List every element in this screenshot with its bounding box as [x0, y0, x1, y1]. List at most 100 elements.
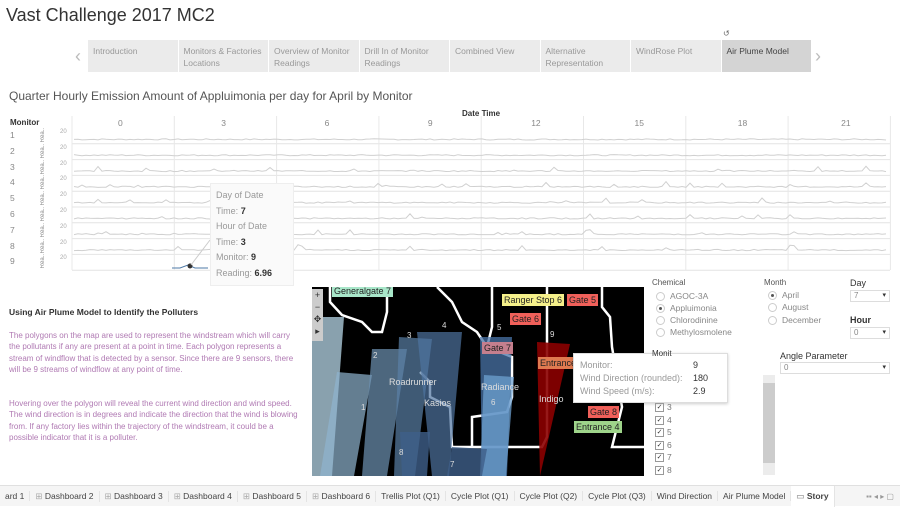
tab-navigation-controls[interactable]: ▪▪ ◂ ▸ ▢ [866, 492, 900, 501]
sheet-tab[interactable]: ⊞ Dashboard 5 [238, 490, 307, 502]
sheet-tab-label: Air Plume Model [723, 491, 786, 501]
tooltip-monitor-value: 9 [693, 360, 699, 370]
sheet-tab-label: Story [806, 490, 829, 501]
tooltip-monitor-label: Monitor: [216, 252, 249, 262]
tooltip-hour-value: 3 [240, 236, 246, 247]
sheet-tab[interactable]: ⊞ Dashboard 4 [169, 490, 238, 502]
tooltip-monitor-label: Monitor: [580, 360, 613, 370]
monitor-list-scrollbar[interactable] [763, 375, 775, 475]
monitor-checkbox-4[interactable]: ✓ 4 [655, 415, 672, 425]
zoom-in-button[interactable]: + [312, 289, 323, 301]
sheet-tab[interactable]: ⊞ Dashboard 2 [30, 490, 100, 502]
sheet-tab[interactable]: ⊞ Dashboard 6 [307, 490, 377, 502]
sheet-tab-label: Trellis Plot (Q1) [381, 491, 440, 501]
sheet-tab[interactable]: ▭ Story [791, 485, 835, 507]
monitor-checkbox-5[interactable]: ✓ 5 [655, 427, 672, 437]
monitor-9-label: 9 [550, 330, 555, 339]
sheet-tab-label: Cycle Plot (Q1) [450, 491, 509, 501]
monitor-1-label: 1 [361, 403, 366, 412]
description-paragraph-2: Hovering over the polygon will reveal th… [9, 399, 298, 442]
sheet-tab-label: Dashboard 2 [44, 490, 94, 501]
monitor-5-label: 5 [497, 323, 502, 332]
sheet-tab-label: Cycle Plot (Q3) [588, 491, 646, 501]
angle-parameter-dropdown[interactable]: 0 ▾ [780, 362, 890, 374]
monitor-checkbox-3[interactable]: ✓ 3 [655, 402, 672, 412]
monitor-filter-label: Monit [652, 349, 672, 358]
dashboard-icon: ⊞ [104, 490, 115, 501]
tooltip-direction-value: 180 [693, 373, 709, 383]
tooltip-day-value: 7 [240, 205, 246, 216]
tooltip-direction-label: Wind Direction (rounded): [580, 373, 683, 383]
chemical-option-agoc[interactable]: AGOC-3A [656, 291, 708, 301]
map-label-gate-5: Gate 5 [567, 294, 599, 306]
monitor-checkbox-7[interactable]: ✓ 7 [655, 452, 672, 462]
factory-kasios[interactable]: Kasios [422, 397, 453, 409]
monitor-checkbox-8[interactable]: ✓ 8 [655, 465, 672, 475]
day-filter-label: Day [850, 278, 867, 288]
sheet-tab[interactable]: Cycle Plot (Q3) [583, 491, 652, 501]
monitor-3-reading-line[interactable] [73, 165, 887, 173]
monitor-1-reading-line[interactable] [73, 138, 887, 141]
monitor-2-reading-line[interactable] [73, 154, 887, 157]
story-icon: ▭ [796, 490, 807, 501]
sheet-tab[interactable]: Air Plume Model [718, 491, 792, 501]
map-label-generalgate: Generalgate 7 [332, 287, 394, 297]
tooltip-hour-label: Hour of Date [216, 221, 268, 231]
factory-radiance[interactable]: Radiance [479, 381, 521, 393]
angle-parameter-label: Angle Parameter [780, 351, 848, 361]
day-dropdown[interactable]: 7 ▾ [850, 290, 890, 302]
hour-dropdown[interactable]: 0 ▾ [850, 327, 890, 339]
sheet-tab[interactable]: Wind Direction [652, 491, 719, 501]
month-option-december[interactable]: December [768, 315, 821, 325]
sheet-tab-label: Cycle Plot (Q2) [519, 491, 578, 501]
tooltip-time-label: Time: [216, 205, 239, 216]
monitor-6-reading-line[interactable] [73, 213, 887, 220]
sheet-tab-label: Dashboard 4 [183, 490, 232, 501]
factory-roadrunner[interactable]: Roadrunner [387, 376, 439, 388]
sheet-tab[interactable]: ⊞ Dashboard 3 [100, 490, 169, 502]
map-label-gate-8: Gate 8 [588, 406, 620, 418]
monitor-7-reading-line[interactable] [73, 229, 887, 236]
month-filter-label: Month [764, 278, 787, 287]
sheet-tab-label: ard 1 [5, 491, 25, 501]
sheet-tab-bar: ard 1 ⊞ Dashboard 2 ⊞ Dashboard 3 ⊞ Dashboa… [0, 485, 900, 507]
sheet-tab[interactable]: Trellis Plot (Q1) [376, 491, 446, 501]
monitor-6-label: 6 [491, 398, 496, 407]
chemical-option-chlorodinine[interactable]: Chlorodinine [656, 315, 718, 325]
month-option-april[interactable]: April [768, 290, 799, 300]
monitor-5-reading-line[interactable] [73, 197, 887, 204]
map-tooltip: Monitor: 9 Wind Direction (rounded): 180 W… [573, 353, 728, 403]
monitor-3-label: 3 [407, 331, 412, 340]
expand-toolbar-icon[interactable]: ▸ [312, 325, 323, 337]
factory-indigo[interactable]: Indigo [537, 393, 566, 405]
dashboard-icon: ⊞ [173, 490, 184, 501]
monitor-8-reading-line[interactable] [73, 244, 887, 252]
monitor-4-reading-line[interactable] [73, 180, 887, 188]
chart-tooltip: Day of Date Time: 7 Hour of Date Time: 3… [210, 183, 294, 286]
sheet-tab-label: Dashboard 3 [114, 490, 163, 501]
monitor-4-label: 4 [442, 321, 447, 330]
sheet-tab-label: Wind Direction [656, 491, 713, 501]
trellis-chart[interactable] [0, 0, 900, 280]
hour-filter-label: Hour [850, 315, 871, 325]
tooltip-monitor-value: 9 [251, 252, 257, 262]
sheet-tab[interactable]: Cycle Plot (Q1) [446, 491, 515, 501]
monitor-checkbox-6[interactable]: ✓ 6 [655, 440, 672, 450]
map-label-gate-7: Gate 7 [482, 342, 514, 354]
tooltip-speed-value: 2.9 [693, 386, 706, 396]
zoom-out-button[interactable]: − [312, 301, 323, 313]
map-label-gate-6: Gate 6 [510, 313, 542, 325]
chemical-option-methylosmolene[interactable]: Methylosmolene [656, 327, 732, 337]
sheet-tab[interactable]: ard 1 [0, 491, 31, 501]
tooltip-leader-line [190, 239, 211, 266]
monitor-7-label: 7 [450, 460, 455, 469]
tooltip-day-label: Day of Date [216, 190, 264, 200]
description-paragraph-1: The polygons on the map are used to repr… [9, 331, 294, 374]
month-option-august[interactable]: August [768, 302, 808, 312]
monitor-2-label: 2 [373, 351, 378, 360]
sheet-tab[interactable]: Cycle Plot (Q2) [515, 491, 584, 501]
chemical-option-appluimonia[interactable]: Appluimonia [656, 303, 717, 313]
chemical-filter-label: Chemical [652, 278, 686, 287]
pan-tool-icon[interactable]: ✥ [312, 313, 323, 325]
description-heading: Using Air Plume Model to Identify the Po… [9, 307, 199, 317]
